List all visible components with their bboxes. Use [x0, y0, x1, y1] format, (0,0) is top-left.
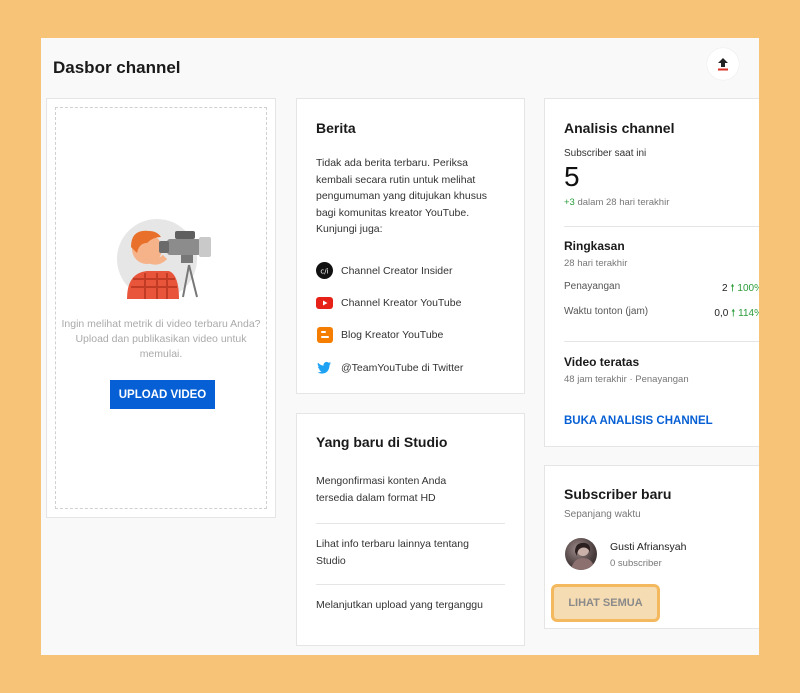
upload-video-button[interactable]: UPLOAD VIDEO [110, 380, 215, 409]
creator-insider-icon: c/i [316, 262, 333, 279]
see-all-button[interactable]: LIHAT SEMUA [551, 584, 660, 622]
link-twitter[interactable]: @TeamYouTube di Twitter [316, 359, 463, 376]
subscriber-count: 5 [564, 161, 580, 192]
divider [564, 341, 759, 342]
metric-value-group: 2 🠕 100% [722, 281, 759, 298]
link-creator-insider[interactable]: c/i Channel Creator Insider [316, 262, 452, 279]
link-label: @TeamYouTube di Twitter [341, 361, 464, 374]
youtube-icon [316, 294, 333, 311]
divider [316, 584, 505, 585]
camera-operator-illustration [117, 219, 211, 299]
link-label: Blog Kreator YouTube [341, 328, 444, 341]
news-body: Tidak ada berita terbaru. Periksa kembal… [316, 157, 488, 235]
open-analytics-link[interactable]: BUKA ANALISIS CHANNEL [564, 415, 713, 427]
whats-new-title: Yang baru di Studio [316, 434, 448, 450]
arrow-up-icon: 🠕 [731, 308, 736, 319]
whats-new-item[interactable]: Lihat info terbaru lainnya tentang Studi… [316, 536, 486, 569]
metric-percent: 114% [738, 308, 759, 319]
new-subscribers-card: Subscriber baru Sepanjang waktu Gusti Af… [544, 465, 759, 629]
link-label: Channel Creator Insider [341, 264, 453, 277]
metric-row-watch-time: Waktu tonton (jam) 0,0 🠕 114% [564, 306, 759, 323]
arrow-up-icon: 🠕 [730, 283, 735, 294]
subscriber-subcount: 0 subscriber [610, 558, 662, 569]
news-card: Berita Tidak ada berita terbaru. Periksa… [296, 98, 525, 394]
new-subs-period: Sepanjang waktu [564, 509, 641, 520]
whats-new-item[interactable]: Melanjutkan upload yang terganggu [316, 597, 486, 614]
metric-value: 2 [722, 283, 728, 294]
link-label: Channel Kreator YouTube [341, 296, 462, 309]
upload-card: Ingin melihat metrik di video terbaru An… [46, 98, 276, 518]
summary-period: 28 hari terakhir [564, 258, 628, 269]
metric-row-views: Penayangan 2 🠕 100% [564, 281, 759, 298]
metric-value-group: 0,0 🠕 114% [714, 306, 759, 323]
divider [316, 523, 505, 524]
analytics-title: Analisis channel [564, 120, 675, 136]
twitter-icon [316, 359, 333, 376]
channel-analytics-card: Analisis channel Subscriber saat ini 5 +… [544, 98, 759, 447]
subscriber-change-row: +3 dalam 28 hari terakhir [564, 195, 669, 212]
top-video-title: Video teratas [564, 355, 640, 369]
dashed-drop-area [55, 107, 267, 509]
new-subs-title: Subscriber baru [564, 486, 672, 502]
svg-text:c/i: c/i [320, 268, 328, 276]
subscriber-change: +3 [564, 197, 575, 208]
upload-icon [718, 58, 728, 71]
page-title: Dasbor channel [53, 58, 181, 77]
link-creator-blog[interactable]: Blog Kreator YouTube [316, 326, 443, 343]
top-video-subtitle: 48 jam terakhir · Penayangan [564, 374, 689, 385]
subscriber-name[interactable]: Gusti Afriansyah [610, 539, 686, 556]
upload-icon-button[interactable] [707, 48, 739, 80]
metric-percent: 100% [737, 283, 759, 294]
whats-new-card: Yang baru di Studio Mengonfirmasi konten… [296, 413, 525, 646]
metric-label: Waktu tonton (jam) [564, 306, 649, 317]
news-title: Berita [316, 120, 356, 136]
divider [564, 226, 759, 227]
blogger-icon [316, 326, 333, 343]
dashboard-frame: Dasbor channel Ingin melihat metrik di v… [41, 38, 759, 655]
metric-label: Penayangan [564, 281, 621, 292]
metric-value: 0,0 [714, 308, 729, 319]
avatar[interactable] [565, 538, 597, 570]
summary-title: Ringkasan [564, 239, 625, 253]
subscriber-period: dalam 28 hari terakhir [577, 197, 670, 208]
whats-new-item[interactable]: Mengonfirmasi konten Anda tersedia dalam… [316, 473, 486, 506]
link-youtube-creators[interactable]: Channel Kreator YouTube [316, 294, 461, 311]
upload-hint-text: Ingin melihat metrik di video terbaru An… [61, 318, 261, 360]
